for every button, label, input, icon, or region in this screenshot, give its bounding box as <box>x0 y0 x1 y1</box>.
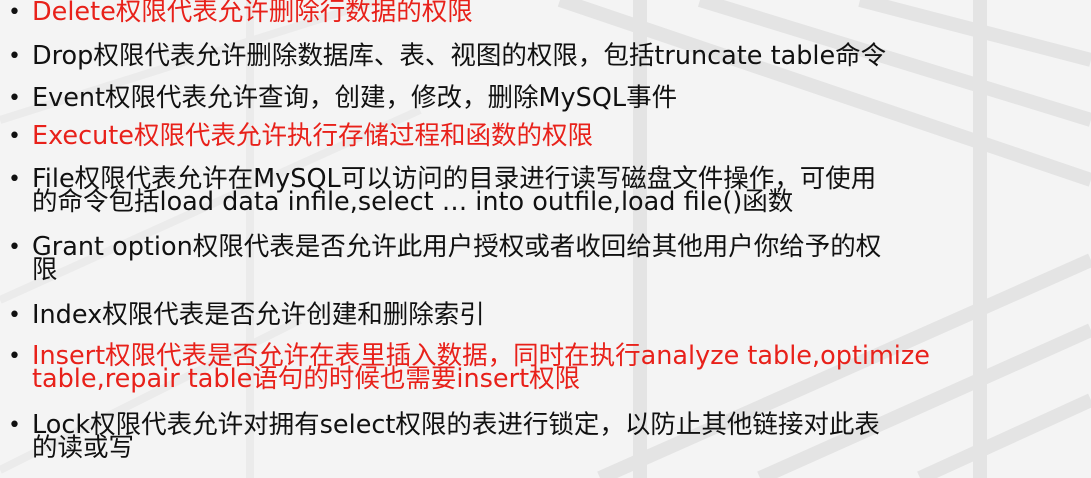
bullet-delete: • Delete权限代表允许删除行数据的权限 <box>8 0 1088 27</box>
bullet-dot: • <box>8 124 21 149</box>
bullet-dot: • <box>8 0 21 25</box>
bullet-dot: • <box>8 303 21 328</box>
bullet-text: Event权限代表允许查询，创建，修改，删除MySQL事件 <box>32 83 678 113</box>
bullet-file: • File权限代表允许在MySQL可以访问的目录进行读写磁盘文件操作，可使用 的… <box>8 164 1088 217</box>
bullet-dot: • <box>8 235 21 260</box>
bullet-text: File权限代表允许在MySQL可以访问的目录进行读写磁盘文件操作，可使用 的命… <box>32 164 877 217</box>
bullet-text: Index权限代表是否允许创建和删除索引 <box>32 300 485 330</box>
bullet-grant-option: • Grant option权限代表是否允许此用户授权或者收回给其他用户你给予的权… <box>8 232 1088 285</box>
bullet-text: Delete权限代表允许删除行数据的权限 <box>32 0 473 27</box>
bullet-dot: • <box>8 344 21 369</box>
bullet-insert: • Insert权限代表是否允许在表里插入数据，同时在执行analyze tabl… <box>8 341 1088 394</box>
bullet-execute: • Execute权限代表允许执行存储过程和函数的权限 <box>8 121 1088 151</box>
bullet-text: Execute权限代表允许执行存储过程和函数的权限 <box>32 121 593 151</box>
bullet-drop: • Drop权限代表允许删除数据库、表、视图的权限，包括truncate tabl… <box>8 41 1088 71</box>
bullet-dot: • <box>8 167 21 192</box>
slide: • Delete权限代表允许删除行数据的权限 • Drop权限代表允许删除数据库、表… <box>0 0 1091 478</box>
bullet-event: • Event权限代表允许查询，创建，修改，删除MySQL事件 <box>8 83 1088 113</box>
bullet-text: Insert权限代表是否允许在表里插入数据，同时在执行analyze table… <box>32 341 930 394</box>
bullet-dot: • <box>8 413 21 438</box>
bullet-index: • Index权限代表是否允许创建和删除索引 <box>8 300 1088 330</box>
bullet-lock: • Lock权限代表允许对拥有select权限的表进行锁定，以防止其他链接对此表 … <box>8 410 1088 463</box>
bullet-dot: • <box>8 44 21 69</box>
bullet-dot: • <box>8 86 21 111</box>
bullet-text: Drop权限代表允许删除数据库、表、视图的权限，包括truncate table… <box>32 41 887 71</box>
bullet-text: Lock权限代表允许对拥有select权限的表进行锁定，以防止其他链接对此表 的… <box>32 410 880 463</box>
bullet-text: Grant option权限代表是否允许此用户授权或者收回给其他用户你给予的权 … <box>32 232 882 285</box>
